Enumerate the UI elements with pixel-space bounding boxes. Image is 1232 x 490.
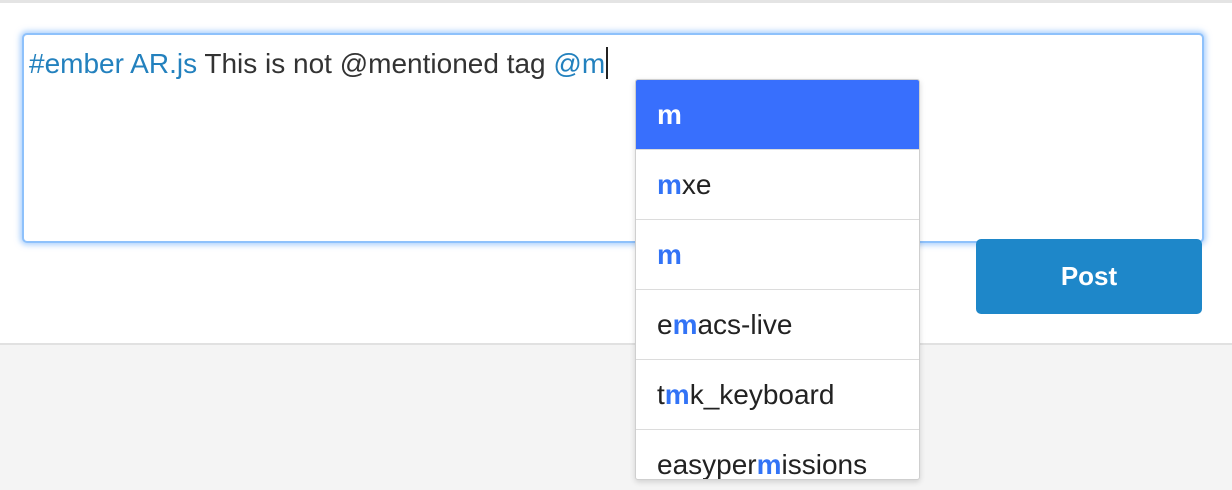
autocomplete-item[interactable]: tmk_keyboard <box>636 360 919 430</box>
autocomplete-item[interactable]: m <box>636 220 919 290</box>
item-match: m <box>657 239 682 270</box>
item-match: m <box>657 99 682 130</box>
item-prefix: easyper <box>657 449 757 480</box>
post-button[interactable]: Post <box>976 239 1202 314</box>
hashtag-token[interactable]: #ember AR.js <box>29 48 197 79</box>
item-prefix: e <box>657 309 673 340</box>
compose-editor[interactable]: #ember AR.js This is not @mentioned tag … <box>22 33 1204 243</box>
item-suffix: k_keyboard <box>689 379 835 410</box>
item-prefix: t <box>657 379 665 410</box>
item-match: m <box>664 379 690 410</box>
mention-autocomplete-dropdown[interactable]: m mxe m emacs-live tmk_keyboard easyperm… <box>635 79 920 480</box>
item-suffix: xe <box>681 169 712 200</box>
text-caret <box>606 47 609 79</box>
editor-plain-text: This is not @mentioned tag <box>197 48 554 79</box>
item-match: m <box>672 309 698 340</box>
item-suffix: issions <box>781 449 868 480</box>
item-match: m <box>756 449 782 480</box>
autocomplete-item[interactable]: emacs-live <box>636 290 919 360</box>
autocomplete-item[interactable]: easypermissions <box>636 430 919 480</box>
autocomplete-item[interactable]: m <box>636 80 919 150</box>
compose-panel: #ember AR.js This is not @mentioned tag … <box>0 3 1232 345</box>
editor-content[interactable]: #ember AR.js This is not @mentioned tag … <box>29 47 609 81</box>
item-match: m <box>657 169 682 200</box>
autocomplete-item[interactable]: mxe <box>636 150 919 220</box>
mention-token[interactable]: @m <box>553 48 605 79</box>
item-suffix: acs-live <box>697 309 793 340</box>
